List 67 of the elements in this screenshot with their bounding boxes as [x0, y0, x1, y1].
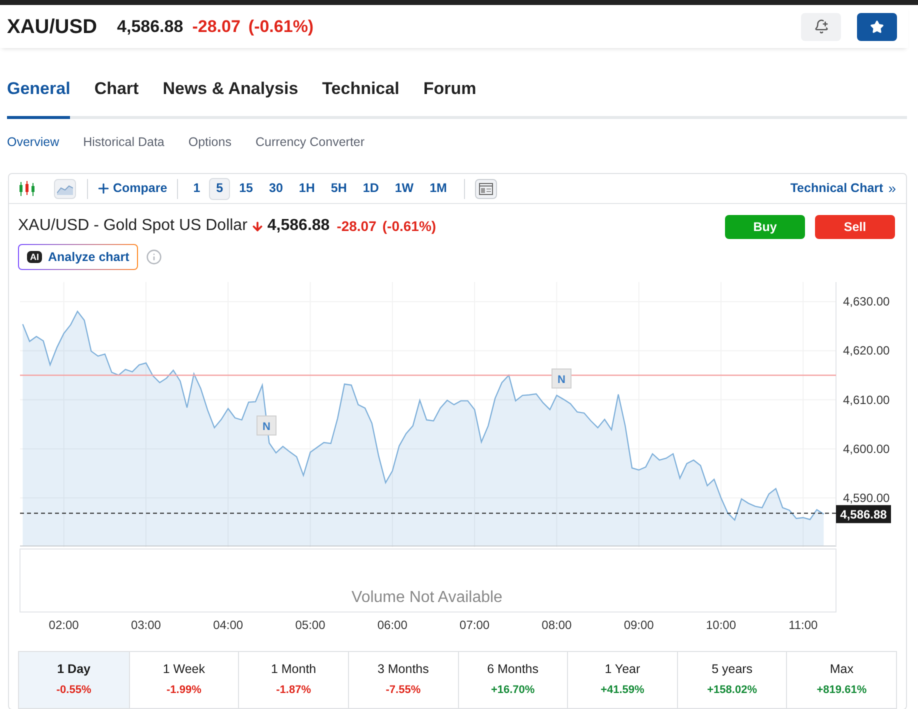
axis-label: 4,620.00	[843, 344, 890, 358]
tab[interactable]: Chart	[94, 76, 139, 118]
tab[interactable]: Forum	[423, 76, 476, 118]
interval-button[interactable]: 30	[262, 178, 290, 200]
symbol-title: XAU/USD	[7, 14, 98, 40]
analyze-chart-button[interactable]: AI Analyze chart	[18, 244, 138, 270]
period-change: -1.87%	[276, 683, 311, 698]
last-price: 4,586.88	[117, 16, 184, 38]
plus-icon	[96, 181, 111, 196]
interval-button[interactable]: 5	[209, 178, 230, 200]
axis-label: 4,630.00	[843, 294, 890, 309]
axis-label: 4,610.00	[843, 393, 890, 408]
period-change: +819.61%	[816, 683, 867, 698]
interval-button[interactable]: 1D	[356, 178, 386, 200]
axis-label: 05:00	[295, 618, 326, 632]
alert-button[interactable]	[801, 12, 841, 40]
layout-button[interactable]	[474, 178, 497, 199]
subtab[interactable]: Currency Converter	[255, 132, 365, 152]
bell-plus-icon	[814, 19, 828, 34]
percent-change: (-0.61%)	[382, 216, 436, 236]
period-change: +16.70%	[490, 683, 535, 698]
price-change: -28.07	[192, 16, 240, 38]
volume-message: Volume Not Available	[352, 589, 502, 606]
axis-label: 04:00	[213, 618, 244, 632]
axis-label: 03:00	[130, 618, 161, 632]
axis-label: 4,600.00	[843, 442, 890, 456]
star-icon	[870, 20, 884, 34]
axis-label: 08:00	[542, 618, 572, 632]
interval-button[interactable]: 1	[186, 178, 208, 200]
interval-button[interactable]: 1M	[422, 178, 454, 200]
interval-button[interactable]: 5H	[324, 178, 354, 200]
technical-chart-link[interactable]: Technical Chart	[790, 179, 884, 198]
percent-change: (-0.61%)	[248, 16, 314, 38]
period-change: -7.55%	[386, 683, 421, 698]
axis-label: 10:00	[706, 618, 736, 632]
price-change: -28.07	[336, 216, 376, 236]
ai-badge: AI	[27, 251, 42, 264]
interval-button[interactable]: 15	[232, 178, 260, 200]
axis-label: 02:00	[48, 618, 79, 632]
period-change: -0.55%	[56, 683, 92, 698]
sell-button[interactable]: Sell	[815, 215, 895, 240]
price-label: 4,586.88	[836, 505, 891, 524]
compare-button[interactable]: Compare	[96, 179, 168, 198]
chevron-icon: »	[888, 178, 896, 200]
interval-button[interactable]: 1H	[292, 178, 322, 200]
period-tab[interactable]: 1 Day -0.55%	[19, 652, 129, 708]
interval-button[interactable]: 1W	[388, 178, 421, 200]
period-change: -1.99%	[166, 683, 202, 698]
axis-label: 11:00	[788, 618, 818, 632]
tab[interactable]: General	[7, 76, 70, 118]
down-arrow-icon	[251, 220, 264, 233]
instrument-title: XAU/USD - Gold Spot US Dollar	[18, 216, 248, 236]
period-change: +158.02%	[707, 683, 757, 698]
period-change: +41.59%	[600, 683, 644, 698]
axis-label: 4,590.00	[843, 491, 890, 506]
axis-label: 06:00	[377, 618, 408, 632]
candlestick-icon[interactable]	[18, 180, 36, 198]
tab[interactable]: Technical	[322, 76, 400, 118]
last-price: 4,586.88	[267, 216, 330, 236]
subtab[interactable]: Overview	[7, 132, 60, 152]
axis-label: 09:00	[624, 618, 654, 632]
tab[interactable]: News & Analysis	[162, 76, 298, 118]
analyze-chart-label: Analyze chart	[48, 248, 130, 266]
watchlist-button[interactable]	[857, 12, 897, 40]
subtab[interactable]: Historical Data	[83, 132, 164, 152]
axis-label: 07:00	[460, 618, 490, 632]
subtab[interactable]: Options	[188, 132, 232, 152]
